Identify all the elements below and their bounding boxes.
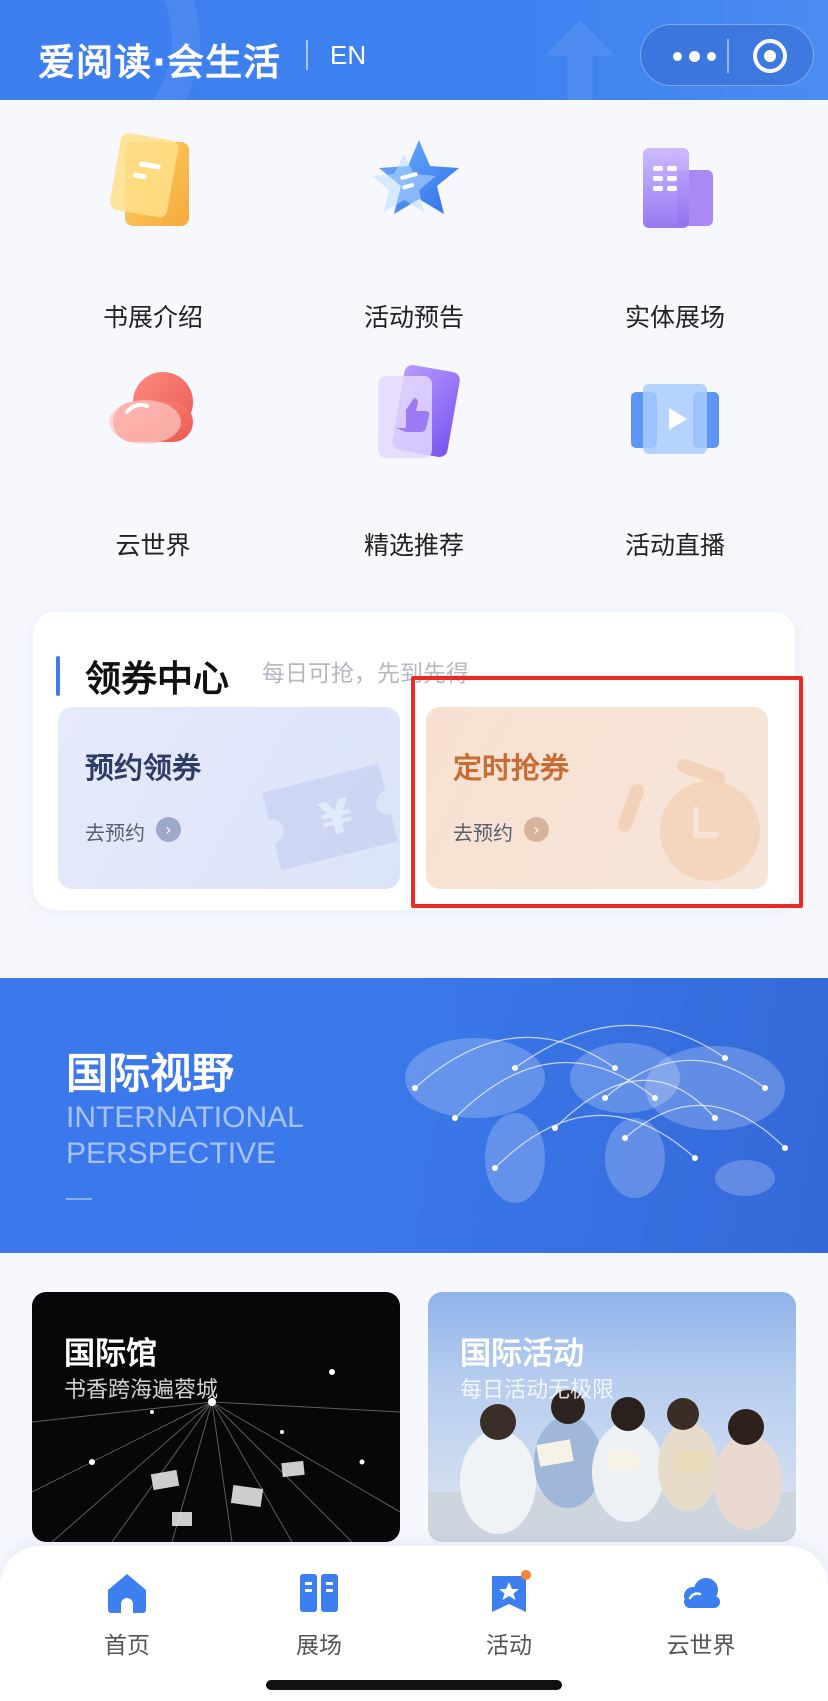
grid-item-live[interactable]: 活动直播 [544, 358, 806, 568]
home-indicator [266, 1680, 562, 1690]
more-dots-icon[interactable] [667, 45, 731, 65]
tab-venue[interactable]: 展场 [244, 1570, 394, 1660]
target-circle-icon[interactable] [753, 39, 787, 73]
star-icon [372, 140, 459, 214]
brand-title: 爱阅读·会生活 [38, 41, 282, 84]
header-bar: 爱阅读·会生活 EN [0, 0, 828, 100]
highlight-box [411, 676, 803, 908]
language-switch[interactable]: EN [330, 40, 366, 71]
chevron-right-icon: › [156, 817, 181, 842]
grid-item-cloud-world[interactable]: 云世界 [22, 358, 284, 568]
international-events-card[interactable]: 国际活动 每日活动无极限 [428, 1292, 796, 1542]
tab-label: 云世界 [666, 1633, 736, 1659]
cloud-icon [109, 372, 193, 444]
section-accent-bar [56, 656, 60, 696]
grid-item-book-fair-intro[interactable]: 书展介绍 [22, 130, 284, 340]
grid-item-physical-venue[interactable]: 实体展场 [544, 130, 806, 340]
capsule-divider [727, 39, 729, 73]
header-arrow-decoration [545, 20, 615, 100]
coupon-card-link: 去预约 [85, 821, 145, 845]
brand-divider [306, 40, 308, 70]
building-icon [643, 148, 713, 228]
intl-english-title: INTERNATIONAL PERSPECTIVE [66, 1100, 304, 1172]
reserve-coupon-card[interactable]: ¥ 预约领券 去预约 › [58, 707, 400, 889]
intl-english-line-2: PERSPECTIVE [66, 1137, 277, 1170]
play-icon [631, 384, 719, 454]
intl-english-line-1: INTERNATIONAL [66, 1101, 304, 1134]
coupon-ticket-icon: ¥ [262, 763, 398, 871]
page: 爱阅读·会生活 EN 书展介绍 活动预告 实体展场 云世界 精选推荐 活动直播 … [0, 0, 828, 1701]
grid-item-label: 活动预告 [363, 303, 464, 332]
cloud-icon [684, 1578, 720, 1608]
thumbs-up-icon [378, 365, 460, 458]
tab-home[interactable]: 首页 [52, 1570, 202, 1660]
miniprogram-capsule [640, 24, 814, 86]
intl-title: 国际视野 [66, 1049, 235, 1098]
feature-card-subtitle: 书香跨海遍蓉城 [64, 1378, 219, 1403]
feature-card-subtitle: 每日活动无极限 [460, 1378, 615, 1403]
book-icon [300, 1574, 338, 1612]
grid-item-label: 活动直播 [624, 531, 725, 560]
tab-cloud-world[interactable]: 云世界 [626, 1570, 776, 1660]
grid-item-label: 实体展场 [624, 303, 725, 332]
coupon-card-title: 预约领券 [85, 751, 202, 785]
document-icon [109, 132, 189, 226]
home-icon [108, 1574, 146, 1613]
world-map-icon [405, 1024, 788, 1203]
tab-label: 展场 [296, 1633, 342, 1659]
tab-label: 首页 [104, 1633, 150, 1659]
intl-underline [66, 1198, 92, 1200]
star-badge-icon [492, 1570, 531, 1612]
feature-card-title: 国际馆 [64, 1336, 157, 1372]
feature-card-title: 国际活动 [460, 1336, 584, 1372]
grid-item-featured[interactable]: 精选推荐 [283, 358, 545, 568]
international-pavilion-card[interactable]: 国际馆 书香跨海遍蓉城 [32, 1292, 400, 1542]
international-perspective-banner[interactable]: 国际视野 INTERNATIONAL PERSPECTIVE [0, 978, 828, 1253]
grid-item-label: 云世界 [115, 531, 191, 560]
grid-item-label: 书展介绍 [102, 303, 203, 332]
tab-events[interactable]: 活动 [434, 1570, 584, 1660]
bottom-tab-bar: 首页 展场 活动 云世界 [0, 1546, 828, 1701]
tab-label: 活动 [486, 1633, 532, 1659]
coupon-center-title: 领券中心 [85, 659, 230, 700]
grid-item-label: 精选推荐 [363, 531, 464, 560]
grid-item-event-preview[interactable]: 活动预告 [283, 130, 545, 340]
